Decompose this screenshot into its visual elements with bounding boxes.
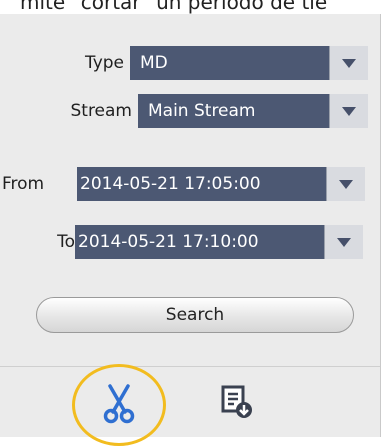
to-datetime-input[interactable]: 2014-05-21 17:10:00: [75, 225, 363, 259]
from-datetime-input[interactable]: 2014-05-21 17:05:00: [77, 167, 365, 201]
to-row: To 2014-05-21 17:10:00: [0, 225, 372, 259]
from-label: From: [2, 174, 45, 194]
chevron-down-icon: [342, 106, 356, 116]
from-dropdown-button[interactable]: [326, 167, 365, 201]
type-row: Type MD: [0, 46, 372, 80]
to-dropdown-button[interactable]: [324, 225, 363, 259]
chevron-down-icon: [337, 237, 351, 247]
stream-select[interactable]: Main Stream: [138, 94, 368, 128]
stream-row: Stream Main Stream: [0, 94, 372, 128]
type-dropdown-button[interactable]: [329, 46, 368, 80]
from-datetime-value: 2014-05-21 17:05:00: [80, 174, 261, 194]
stream-label: Stream: [70, 101, 132, 121]
type-label: Type: [84, 53, 124, 73]
scissors-icon[interactable]: [100, 382, 138, 426]
divider: [0, 366, 380, 367]
stream-dropdown-button[interactable]: [329, 94, 368, 128]
search-button[interactable]: Search: [36, 297, 354, 333]
chevron-down-icon: [342, 58, 356, 68]
chevron-down-icon: [339, 179, 353, 189]
stream-select-value: Main Stream: [148, 101, 256, 121]
type-select-value: MD: [140, 53, 168, 73]
type-select[interactable]: MD: [130, 46, 368, 80]
playback-panel: Type MD Stream Main Stream From 2014-05-…: [0, 14, 381, 446]
from-row: From 2014-05-21 17:05:00: [0, 167, 372, 201]
to-datetime-value: 2014-05-21 17:10:00: [78, 232, 259, 252]
to-label: To: [57, 232, 75, 252]
download-list-icon[interactable]: [220, 384, 254, 420]
